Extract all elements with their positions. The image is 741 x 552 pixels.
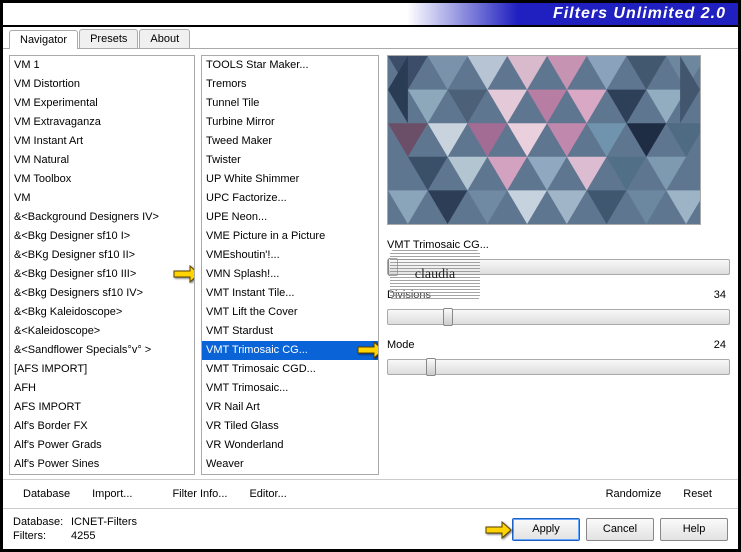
list-item[interactable]: &<BKg Designer sf10 II> xyxy=(10,246,194,265)
tab-presets[interactable]: Presets xyxy=(79,29,138,48)
editor-button[interactable]: Editor... xyxy=(245,484,304,504)
list-item[interactable]: VME Picture in a Picture xyxy=(202,227,378,246)
param-value: 24 xyxy=(714,339,730,351)
list-item[interactable]: VMEshoutin'!... xyxy=(202,246,378,265)
list-item[interactable]: VM Distortion xyxy=(10,75,194,94)
list-item[interactable]: Alf's Power Toys xyxy=(10,474,194,475)
randomize-button[interactable]: Randomize xyxy=(602,484,680,504)
list-item[interactable]: Twister xyxy=(202,151,378,170)
list-item[interactable]: VR Nail Art xyxy=(202,398,378,417)
list-item[interactable]: VMT Stardust xyxy=(202,322,378,341)
list-item[interactable]: Tunnel Tile xyxy=(202,94,378,113)
list-item[interactable]: VMT Lift the Cover xyxy=(202,303,378,322)
list-item[interactable]: Alf's Power Sines xyxy=(10,455,194,474)
pointer-icon xyxy=(484,521,512,539)
list-item[interactable]: TOOLS Star Maker... xyxy=(202,56,378,75)
list-item[interactable]: VMT Trimosaic CG... xyxy=(202,341,378,360)
list-item[interactable]: &<Kaleidoscope> xyxy=(10,322,194,341)
list-item[interactable]: UP White Shimmer xyxy=(202,170,378,189)
filter-list[interactable]: TOOLS Star Maker...TremorsTunnel TileTur… xyxy=(201,55,379,475)
apply-button[interactable]: Apply xyxy=(512,518,580,541)
list-item[interactable]: Weaver xyxy=(202,455,378,474)
bottom-row: Database:ICNET-Filters Filters:4255 Appl… xyxy=(3,508,738,549)
title-bar: Filters Unlimited 2.0 xyxy=(3,3,738,27)
list-item[interactable]: VMT Trimosaic... xyxy=(202,379,378,398)
list-item[interactable]: VM Instant Art xyxy=(10,132,194,151)
list-item[interactable]: Whirl xyxy=(202,474,378,475)
db-label: Database: xyxy=(13,515,71,529)
status-block: Database:ICNET-Filters Filters:4255 xyxy=(13,515,137,543)
list-item[interactable]: &<Bkg Designer sf10 I> xyxy=(10,227,194,246)
param-slider[interactable] xyxy=(387,359,730,375)
tab-about[interactable]: About xyxy=(139,29,190,48)
list-item[interactable]: Alf's Border FX xyxy=(10,417,194,436)
category-list[interactable]: VM 1VM DistortionVM ExperimentalVM Extra… xyxy=(9,55,195,475)
list-item[interactable]: VM Extravaganza xyxy=(10,113,194,132)
list-item[interactable]: Tremors xyxy=(202,75,378,94)
database-button[interactable]: Database xyxy=(19,484,88,504)
db-value: ICNET-Filters xyxy=(71,516,137,528)
param-slider[interactable] xyxy=(387,309,730,325)
list-item[interactable]: &<Bkg Designers sf10 IV> xyxy=(10,284,194,303)
list-item[interactable]: VM Toolbox xyxy=(10,170,194,189)
reset-button[interactable]: Reset xyxy=(679,484,730,504)
toolbar-row: Database Import... Filter Info... Editor… xyxy=(3,479,738,508)
app-title: Filters Unlimited 2.0 xyxy=(553,5,726,23)
list-item[interactable]: AFH xyxy=(10,379,194,398)
list-item[interactable]: &<Background Designers IV> xyxy=(10,208,194,227)
list-item[interactable]: VMT Instant Tile... xyxy=(202,284,378,303)
list-item[interactable]: VR Tiled Glass xyxy=(202,417,378,436)
list-item[interactable]: UPE Neon... xyxy=(202,208,378,227)
list-item[interactable]: VMT Trimosaic CGD... xyxy=(202,360,378,379)
list-item[interactable]: AFS IMPORT xyxy=(10,398,194,417)
import-button[interactable]: Import... xyxy=(88,484,150,504)
list-item[interactable]: VM Experimental xyxy=(10,94,194,113)
list-item[interactable]: &<Sandflower Specials°v° > xyxy=(10,341,194,360)
list-item[interactable]: Turbine Mirror xyxy=(202,113,378,132)
param-label: Mode xyxy=(387,339,714,351)
list-item[interactable]: VM xyxy=(10,189,194,208)
filter-info-button[interactable]: Filter Info... xyxy=(168,484,245,504)
tab-row: Navigator Presets About xyxy=(3,27,738,49)
help-button[interactable]: Help xyxy=(660,518,728,541)
cancel-button[interactable]: Cancel xyxy=(586,518,654,541)
param-label: Divisions xyxy=(387,289,714,301)
selected-filter-label: VMT Trimosaic CG... xyxy=(387,239,730,251)
list-item[interactable]: &<Bkg Designer sf10 III> xyxy=(10,265,194,284)
list-item[interactable]: VMN Splash!... xyxy=(202,265,378,284)
list-item[interactable]: &<Bkg Kaleidoscope> xyxy=(10,303,194,322)
tab-navigator[interactable]: Navigator xyxy=(9,30,78,49)
preview-image xyxy=(387,55,701,225)
list-item[interactable]: UPC Factorize... xyxy=(202,189,378,208)
filters-value: 4255 xyxy=(71,530,95,542)
list-item[interactable]: VR Wonderland xyxy=(202,436,378,455)
list-item[interactable]: VM 1 xyxy=(10,56,194,75)
list-item[interactable]: [AFS IMPORT] xyxy=(10,360,194,379)
filter-position-slider[interactable] xyxy=(387,259,730,275)
list-item[interactable]: Tweed Maker xyxy=(202,132,378,151)
filters-label: Filters: xyxy=(13,529,71,543)
param-value: 34 xyxy=(714,289,730,301)
list-item[interactable]: Alf's Power Grads xyxy=(10,436,194,455)
list-item[interactable]: VM Natural xyxy=(10,151,194,170)
